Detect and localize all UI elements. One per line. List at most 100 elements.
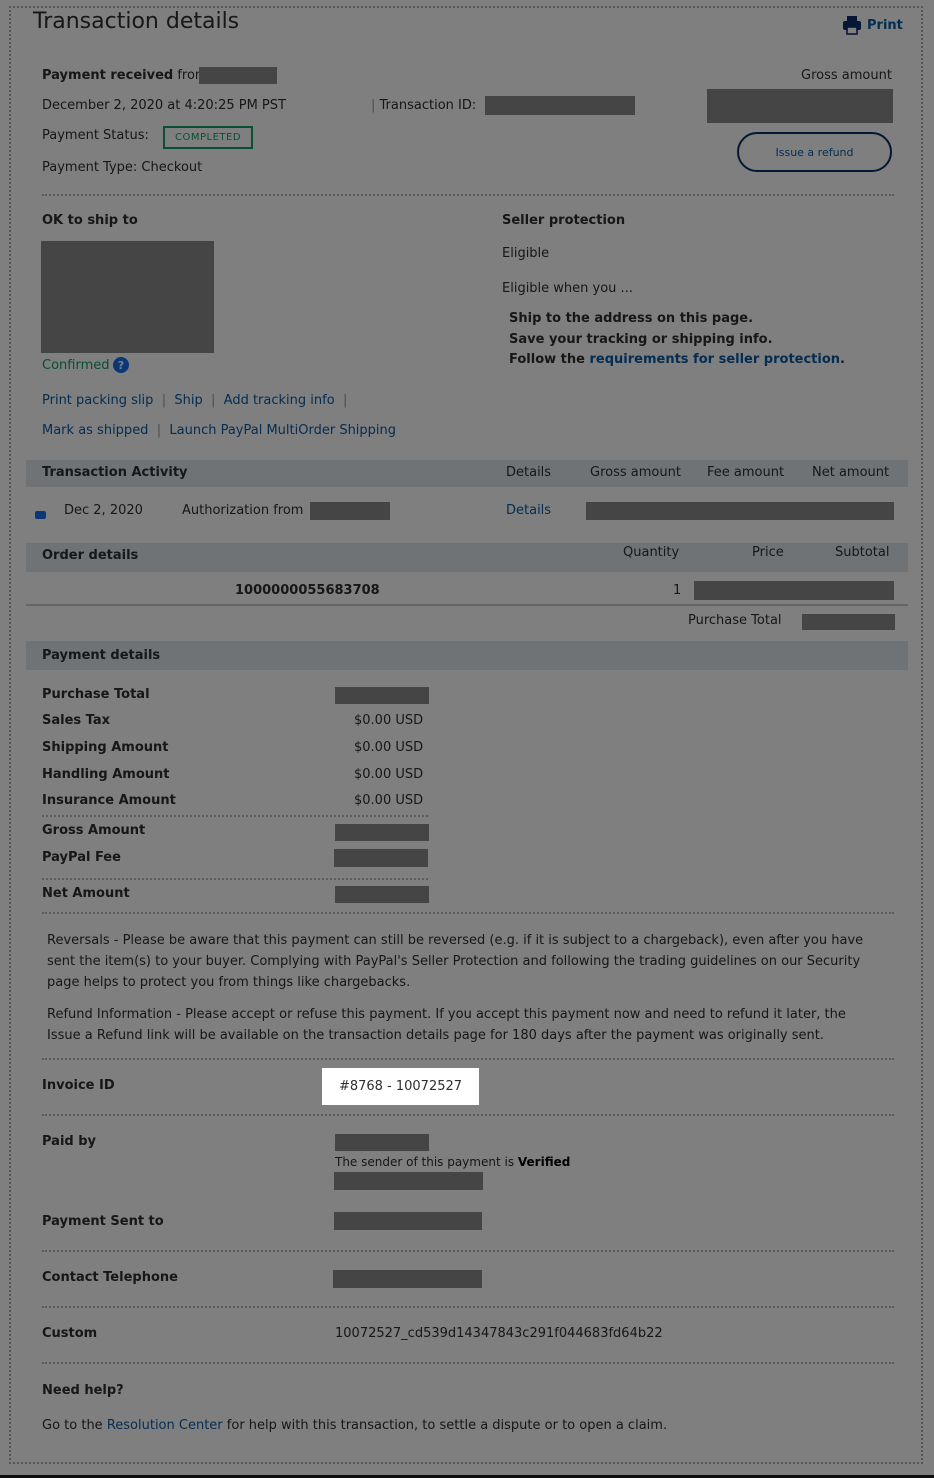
page-title: Transaction details bbox=[33, 9, 240, 34]
print-packing-slip-link[interactable]: Print packing slip bbox=[42, 393, 153, 408]
pd-value-handling-amount: $0.00 USD bbox=[354, 767, 424, 782]
redacted-pd-net-amount bbox=[335, 886, 429, 903]
sender-verification-text: The sender of this payment is bbox=[335, 1155, 515, 1169]
shipping-actions-row-2: Mark as shipped | Launch PayPal MultiOrd… bbox=[42, 423, 397, 438]
redacted-transaction-id bbox=[485, 96, 635, 115]
invoice-id-value: #8768 - 10072527 bbox=[322, 1068, 479, 1105]
divider bbox=[42, 1058, 894, 1060]
redacted-sender bbox=[199, 67, 277, 84]
redacted-telephone bbox=[333, 1270, 482, 1288]
mark-as-shipped-link[interactable]: Mark as shipped bbox=[42, 423, 148, 438]
pd-label-sales-tax: Sales Tax bbox=[42, 713, 111, 728]
divider bbox=[42, 912, 894, 914]
pd-value-insurance-amount: $0.00 USD bbox=[354, 793, 424, 808]
issue-refund-button[interactable]: Issue a refund bbox=[737, 132, 892, 172]
column-price: Price bbox=[752, 545, 784, 560]
pd-label-shipping-amount: Shipping Amount bbox=[42, 740, 169, 755]
transaction-id-label: Transaction ID: bbox=[379, 98, 477, 113]
seller-protection-status: Eligible bbox=[502, 246, 550, 261]
separator: | bbox=[371, 98, 376, 113]
redacted-pd-gross-amount bbox=[335, 824, 429, 841]
redacted-purchase-total bbox=[802, 614, 895, 630]
pd-label-purchase-total: Purchase Total bbox=[42, 687, 150, 702]
paid-by-label: Paid by bbox=[42, 1134, 97, 1149]
pd-label-handling-amount: Handling Amount bbox=[42, 767, 170, 782]
payment-details-title: Payment details bbox=[42, 648, 161, 663]
activity-details-link[interactable]: Details bbox=[506, 503, 551, 518]
payment-received-line: Payment received from bbox=[42, 68, 208, 83]
order-row-divider bbox=[26, 604, 908, 606]
resolution-center-link[interactable]: Resolution Center bbox=[107, 1418, 223, 1433]
redacted-payer-name bbox=[335, 1134, 429, 1151]
column-net-amount: Net amount bbox=[812, 465, 890, 480]
divider bbox=[42, 815, 428, 817]
divider bbox=[42, 194, 894, 196]
invoice-id-label: Invoice ID bbox=[42, 1078, 115, 1093]
order-item-quantity: 1 bbox=[673, 583, 682, 598]
add-tracking-info-link[interactable]: Add tracking info bbox=[224, 393, 335, 408]
redacted-authorizer bbox=[310, 502, 390, 520]
protection-requirement-1: Ship to the address on this page. bbox=[509, 311, 754, 326]
seller-protection-requirements-link[interactable]: requirements for seller protection bbox=[589, 352, 840, 367]
column-subtotal: Subtotal bbox=[835, 545, 890, 560]
transaction-id-field: | Transaction ID: bbox=[371, 98, 476, 113]
column-gross-amount: Gross amount bbox=[590, 465, 681, 480]
activity-title: Transaction Activity bbox=[42, 465, 188, 480]
order-details-title: Order details bbox=[42, 548, 139, 563]
verified-label: Verified bbox=[517, 1155, 571, 1169]
payment-sent-to-label: Payment Sent to bbox=[42, 1214, 164, 1229]
redacted-gross-amount bbox=[707, 89, 893, 123]
activity-date: Dec 2, 2020 bbox=[64, 503, 143, 518]
custom-label: Custom bbox=[42, 1326, 98, 1341]
contact-telephone-label: Contact Telephone bbox=[42, 1270, 178, 1285]
divider bbox=[42, 1362, 894, 1364]
help-text: Go to the Resolution Center for help wit… bbox=[42, 1418, 668, 1433]
divider bbox=[42, 878, 428, 880]
order-item-id: 1000000055683708 bbox=[235, 583, 380, 598]
payment-received-label: Payment received bbox=[42, 68, 174, 83]
pd-value-shipping-amount: $0.00 USD bbox=[354, 740, 424, 755]
purchase-total-label: Purchase Total bbox=[688, 613, 782, 628]
pd-label-net-amount: Net Amount bbox=[42, 886, 130, 901]
page-frame bbox=[9, 6, 923, 1464]
ship-link[interactable]: Ship bbox=[174, 393, 202, 408]
pd-label-paypal-fee: PayPal Fee bbox=[42, 850, 121, 865]
redacted-activity-amounts bbox=[586, 502, 894, 520]
divider bbox=[42, 1250, 894, 1252]
redacted-pd-paypal-fee bbox=[334, 849, 428, 867]
shipping-actions-row-1: Print packing slip | Ship | Add tracking… bbox=[42, 393, 348, 408]
transaction-details-page: Transaction details Print Payment receiv… bbox=[0, 0, 934, 1478]
reversals-notice: Reversals - Please be aware that this pa… bbox=[47, 933, 864, 990]
sender-verification: The sender of this payment is Verified bbox=[335, 1155, 570, 1169]
status-badge: COMPLETED bbox=[163, 126, 253, 149]
redacted-shipping-address bbox=[41, 241, 214, 353]
column-quantity: Quantity bbox=[623, 545, 680, 560]
column-fee-amount: Fee amount bbox=[707, 465, 785, 480]
protection-requirement-3: Follow the requirements for seller prote… bbox=[509, 352, 845, 367]
launch-multiorder-shipping-link[interactable]: Launch PayPal MultiOrder Shipping bbox=[169, 423, 396, 438]
payment-status-label: Payment Status: bbox=[42, 128, 149, 143]
pd-label-gross-amount: Gross Amount bbox=[42, 823, 146, 838]
gross-amount-label: Gross amount bbox=[801, 68, 892, 83]
print-button[interactable]: Print bbox=[842, 14, 904, 36]
protection-requirement-2: Save your tracking or shipping info. bbox=[509, 332, 773, 347]
eligible-when-text: Eligible when you ... bbox=[502, 281, 633, 296]
transaction-datetime: December 2, 2020 at 4:20:25 PM PST bbox=[42, 98, 286, 113]
expand-row-icon[interactable] bbox=[35, 511, 46, 519]
refund-information-notice: Refund Information - Please accept or re… bbox=[47, 1007, 846, 1043]
redacted-payer-email bbox=[334, 1172, 483, 1190]
seller-protection-title: Seller protection bbox=[502, 213, 626, 228]
payment-type: Payment Type: Checkout bbox=[42, 160, 203, 175]
custom-value: 10072527_cd539d14347843c291f044683fd64b2… bbox=[335, 1326, 663, 1341]
printer-icon bbox=[843, 16, 861, 35]
redacted-pd-purchase-total bbox=[335, 687, 429, 704]
divider bbox=[42, 1306, 894, 1308]
divider bbox=[42, 1114, 894, 1116]
pd-label-insurance-amount: Insurance Amount bbox=[42, 793, 176, 808]
need-help-title: Need help? bbox=[42, 1383, 124, 1398]
activity-description: Authorization from bbox=[182, 503, 304, 518]
pd-value-sales-tax: $0.00 USD bbox=[354, 713, 424, 728]
redacted-recipient bbox=[334, 1212, 482, 1230]
help-icon[interactable]: ? bbox=[113, 357, 129, 373]
ok-to-ship-label: OK to ship to bbox=[42, 213, 138, 228]
